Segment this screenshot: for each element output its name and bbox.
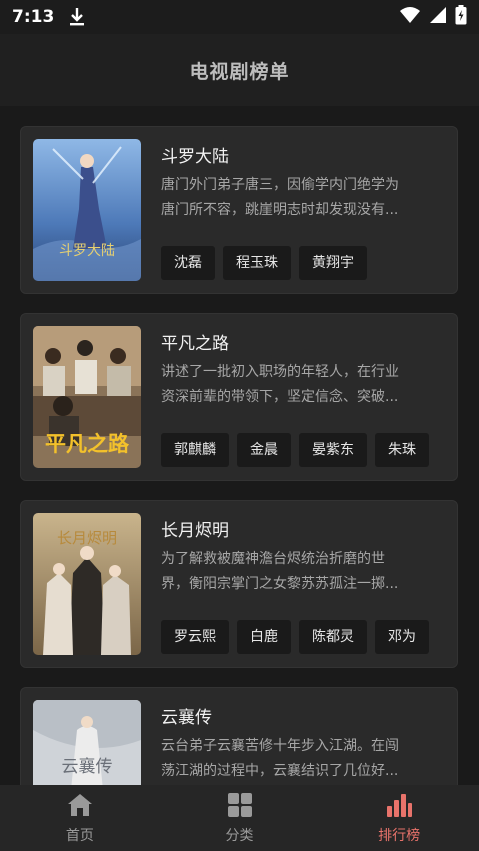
- tab-label: 分类: [225, 828, 254, 844]
- drama-card[interactable]: 长月烬明 长月烬明 为了解救被魔神澹台烬统治折磨的世 界，衡阳宗掌门之女黎苏苏孤…: [20, 500, 458, 668]
- actor-tag[interactable]: 邓为: [375, 620, 429, 654]
- actor-tag[interactable]: 晏紫东: [299, 433, 367, 467]
- signal-icon: [429, 6, 447, 28]
- actor-list: 沈磊 程玉珠 黄翔宇: [161, 246, 367, 280]
- drama-ranking-list[interactable]: 斗罗大陆 斗罗大陆 唐门外门弟子唐三，因偷学内门绝学为 唐门所不容，跳崖明志时却…: [0, 106, 479, 785]
- poster-caption: 长月烬明: [57, 529, 117, 547]
- description-line: 荡江湖的过程中，云襄结识了几位好...: [161, 763, 399, 779]
- tab-label: 排行榜: [378, 828, 421, 844]
- drama-title[interactable]: 斗罗大陆: [161, 142, 229, 167]
- actor-list: 郭麒麟 金晨 晏紫东 朱珠: [161, 433, 429, 467]
- drama-poster[interactable]: 平凡之路: [33, 326, 141, 468]
- actor-list: 罗云熙 白鹿 陈都灵 邓为: [161, 620, 429, 654]
- grid-icon: [226, 792, 254, 822]
- actor-tag[interactable]: 程玉珠: [223, 246, 291, 280]
- poster-caption: 斗罗大陆: [59, 243, 115, 259]
- description-line: 唐门所不容，跳崖明志时却发现没有...: [161, 202, 399, 218]
- actor-tag[interactable]: 郭麒麟: [161, 433, 229, 467]
- wifi-icon: [399, 6, 421, 28]
- description-line: 资深前辈的带领下，坚定信念、突破...: [161, 389, 399, 405]
- status-time: 7:13: [12, 7, 55, 27]
- ranking-icon: [385, 792, 413, 822]
- description-line: 讲述了一批初入职场的年轻人，在行业: [161, 364, 399, 380]
- drama-description: 为了解救被魔神澹台烬统治折磨的世 界，衡阳宗掌门之女黎苏苏孤注一掷...: [161, 547, 446, 597]
- download-icon: [68, 6, 86, 28]
- actor-tag[interactable]: 沈磊: [161, 246, 215, 280]
- drama-description: 云台弟子云襄苦修十年步入江湖。在闯 荡江湖的过程中，云襄结识了几位好...: [161, 734, 446, 784]
- tab-category[interactable]: 分类: [160, 785, 320, 851]
- actor-tag[interactable]: 金晨: [237, 433, 291, 467]
- battery-icon: [455, 5, 467, 29]
- drama-poster[interactable]: 斗罗大陆: [33, 139, 141, 281]
- tab-home[interactable]: 首页: [0, 785, 160, 851]
- drama-card[interactable]: 平凡之路 平凡之路 讲述了一批初入职场的年轻人，在行业 资深前辈的带领下，坚定信…: [20, 313, 458, 481]
- poster-caption: 云襄传: [62, 756, 113, 777]
- drama-description: 讲述了一批初入职场的年轻人，在行业 资深前辈的带领下，坚定信念、突破...: [161, 360, 446, 410]
- actor-tag[interactable]: 黄翔宇: [299, 246, 367, 280]
- drama-title[interactable]: 平凡之路: [161, 329, 229, 354]
- description-line: 界，衡阳宗掌门之女黎苏苏孤注一掷...: [161, 576, 399, 592]
- drama-poster[interactable]: 云襄传: [33, 700, 141, 785]
- actor-tag[interactable]: 朱珠: [375, 433, 429, 467]
- status-bar: 7:13: [0, 0, 479, 34]
- drama-title[interactable]: 长月烬明: [161, 516, 229, 541]
- poster-caption: 平凡之路: [45, 432, 130, 456]
- bottom-tab-bar: 首页 分类 排行榜: [0, 785, 479, 851]
- description-line: 唐门外门弟子唐三，因偷学内门绝学为: [161, 177, 399, 193]
- app-header: 电视剧榜单: [0, 34, 479, 106]
- actor-tag[interactable]: 陈都灵: [299, 620, 367, 654]
- drama-poster[interactable]: 长月烬明: [33, 513, 141, 655]
- home-icon: [66, 792, 94, 822]
- drama-title[interactable]: 云襄传: [161, 703, 212, 728]
- tab-ranking[interactable]: 排行榜: [319, 785, 479, 851]
- page-title: 电视剧榜单: [189, 60, 290, 83]
- tab-label: 首页: [65, 828, 94, 844]
- description-line: 云台弟子云襄苦修十年步入江湖。在闯: [161, 738, 399, 754]
- actor-tag[interactable]: 罗云熙: [161, 620, 229, 654]
- actor-tag[interactable]: 白鹿: [237, 620, 291, 654]
- drama-card[interactable]: 斗罗大陆 斗罗大陆 唐门外门弟子唐三，因偷学内门绝学为 唐门所不容，跳崖明志时却…: [20, 126, 458, 294]
- drama-card[interactable]: 云襄传 云襄传 云台弟子云襄苦修十年步入江湖。在闯 荡江湖的过程中，云襄结识了几…: [20, 687, 458, 785]
- drama-description: 唐门外门弟子唐三，因偷学内门绝学为 唐门所不容，跳崖明志时却发现没有...: [161, 173, 446, 223]
- description-line: 为了解救被魔神澹台烬统治折磨的世: [161, 551, 385, 567]
